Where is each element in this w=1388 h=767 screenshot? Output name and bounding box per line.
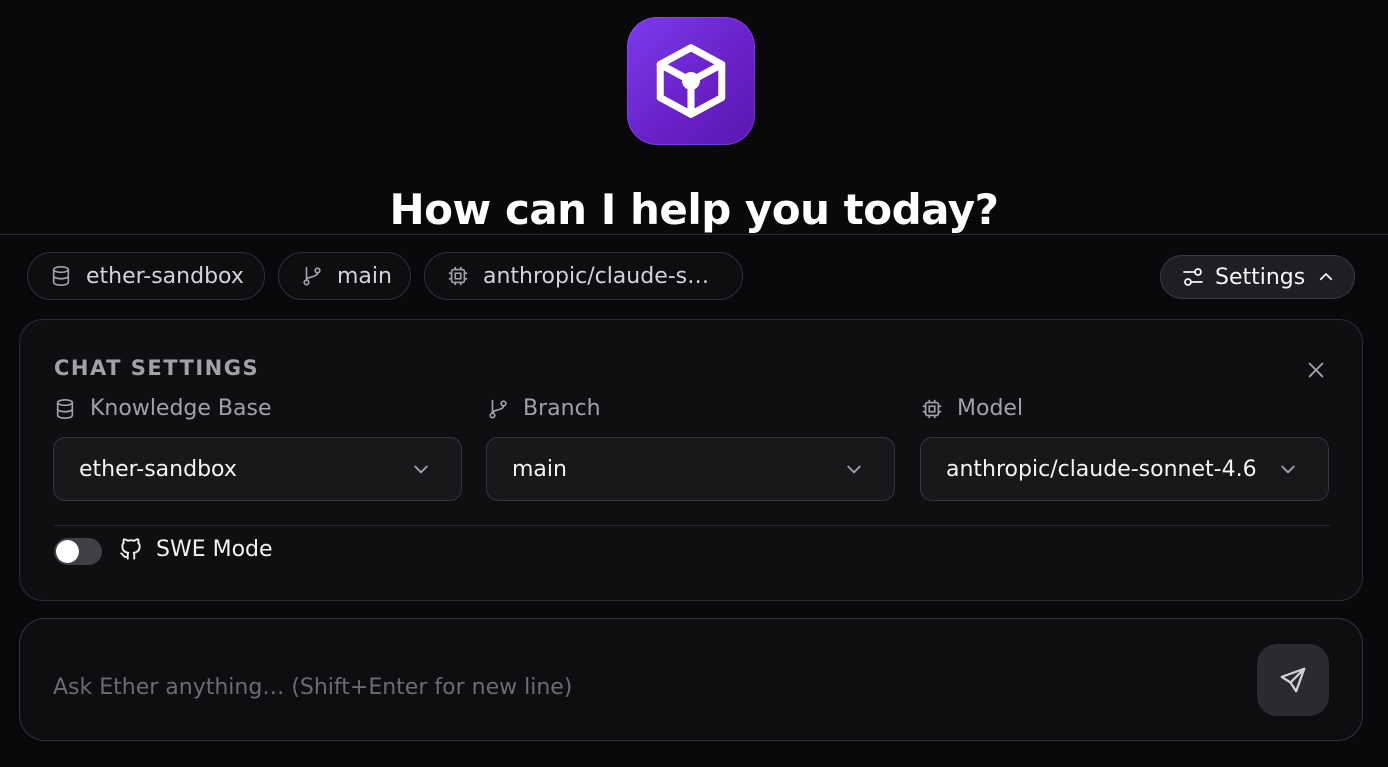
model-chip[interactable]: anthropic/claude-so… [424, 252, 743, 300]
chat-home: How can I help you today? ether-sandbox … [0, 0, 1388, 767]
panel-divider [54, 525, 1330, 526]
swe-mode-label-text: SWE Mode [156, 536, 273, 562]
chevron-down-icon [414, 465, 428, 474]
send-button[interactable] [1257, 644, 1329, 716]
knowledge-base-chip[interactable]: ether-sandbox [27, 252, 265, 300]
model-select-value: anthropic/claude-sonnet-4.6 [946, 456, 1257, 482]
branch-label: Branch [487, 396, 601, 421]
chat-settings-panel: CHAT SETTINGS Knowledge Base Branch Mode… [19, 319, 1363, 601]
chat-settings-title: CHAT SETTINGS [54, 356, 260, 380]
knowledge-base-chip-label: ether-sandbox [86, 263, 244, 289]
swe-mode-label: SWE Mode [118, 536, 273, 562]
database-icon [52, 266, 70, 286]
chevron-down-icon [1281, 465, 1295, 474]
model-chip-label: anthropic/claude-so… [483, 263, 722, 289]
close-settings-button[interactable] [1302, 356, 1330, 384]
app-logo [627, 17, 755, 145]
chevron-down-icon [847, 465, 861, 474]
branch-chip-label: main [337, 263, 392, 289]
close-icon [1308, 362, 1324, 378]
toggle-knob [56, 540, 79, 563]
branch-select[interactable]: main [486, 437, 895, 501]
knowledge-base-select-value: ether-sandbox [79, 456, 237, 482]
model-select[interactable]: anthropic/claude-sonnet-4.6 [920, 437, 1329, 501]
git-branch-icon [489, 399, 507, 419]
knowledge-base-label-text: Knowledge Base [90, 396, 272, 421]
branch-chip[interactable]: main [278, 252, 411, 300]
swe-mode-toggle[interactable] [54, 538, 102, 565]
page-title: How can I help you today? [389, 185, 999, 234]
message-input[interactable] [53, 675, 1233, 715]
cpu-icon [922, 399, 942, 418]
github-icon [120, 538, 141, 560]
settings-button[interactable]: Settings [1160, 255, 1355, 299]
composer [19, 618, 1363, 741]
cube-icon [656, 44, 726, 118]
model-label: Model [921, 396, 1023, 421]
knowledge-base-label: Knowledge Base [54, 396, 272, 421]
branch-select-value: main [512, 456, 567, 482]
branch-label-text: Branch [523, 396, 601, 421]
chevron-up-icon [1320, 273, 1333, 281]
knowledge-base-select[interactable]: ether-sandbox [53, 437, 462, 501]
sliders-icon [1183, 268, 1203, 286]
top-divider [0, 234, 1388, 235]
cpu-icon [448, 266, 468, 286]
database-icon [56, 398, 74, 419]
git-branch-icon [303, 266, 321, 286]
send-icon [1280, 667, 1306, 693]
settings-button-label: Settings [1215, 264, 1306, 290]
model-label-text: Model [957, 396, 1024, 421]
